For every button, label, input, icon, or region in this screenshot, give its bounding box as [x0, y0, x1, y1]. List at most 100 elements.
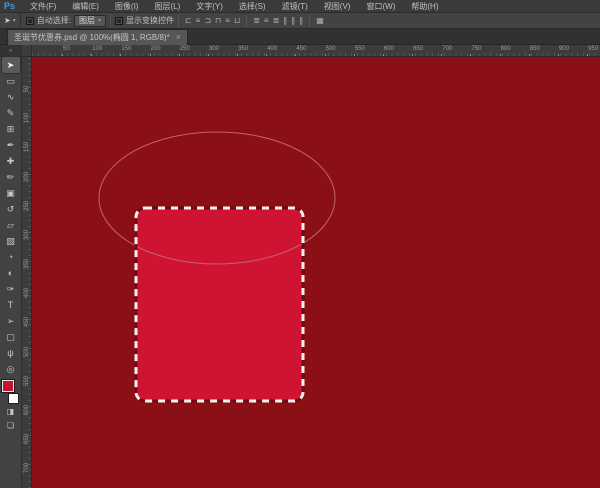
auto-select-value: 图层 — [78, 16, 95, 25]
divider — [177, 14, 179, 27]
pen-tool[interactable]: ✑ — [2, 281, 20, 297]
ruler-tick-label: 300 — [24, 229, 30, 240]
menu-item-filter[interactable]: 滤镜(T) — [274, 0, 316, 13]
ruler-tick-label: 650 — [24, 434, 30, 445]
ruler-tick-label: 50 — [24, 85, 30, 93]
options-bar: ➤ ▾ 自动选择: 图层 ▾ 显示变换控件 ⊏ ≡ ⊐ ⊓ ≡ ⊔ ≣ ≡ ≣ ∥ ∥ ∥ ▦ — [0, 13, 600, 29]
canvas[interactable] — [32, 57, 600, 488]
distribute-vertical-centers-icon[interactable]: ≡ — [262, 16, 271, 25]
distribute-top-edges-icon[interactable]: ≣ — [251, 16, 262, 25]
align-left-edges-icon[interactable]: ⊏ — [183, 16, 194, 25]
divider — [109, 14, 111, 27]
type-tool[interactable]: T — [2, 297, 20, 313]
background-color-swatch[interactable] — [7, 393, 19, 404]
clone-stamp-tool[interactable]: ▣ — [2, 185, 20, 201]
blur-tool[interactable]: ◔ — [2, 249, 20, 265]
selection-fill-shape — [136, 208, 303, 401]
lasso-tool[interactable]: ∿ — [2, 89, 20, 105]
menu-item-type[interactable]: 文字(Y) — [188, 0, 231, 13]
chevron-down-icon: ▾ — [97, 18, 101, 24]
hand-tool[interactable]: ψ — [2, 345, 20, 361]
history-brush-tool[interactable]: ↺ — [2, 201, 20, 217]
brush-tool[interactable]: ✏ — [2, 169, 20, 185]
distribute-bottom-edges-icon[interactable]: ≣ — [271, 16, 282, 25]
align-top-edges-icon[interactable]: ⊓ — [213, 16, 223, 25]
menu-item-file[interactable]: 文件(F) — [22, 0, 64, 13]
menu-item-image[interactable]: 图像(I) — [107, 0, 147, 13]
quick-selection-tool[interactable]: ✎ — [2, 105, 20, 121]
auto-select-label: 自动选择: — [36, 16, 71, 25]
ruler-tick-label: 450 — [24, 317, 30, 328]
eyedropper-tool[interactable]: ✒ — [2, 137, 20, 153]
menu-item-select[interactable]: 选择(S) — [231, 0, 274, 13]
eraser-tool[interactable]: ▱ — [2, 217, 20, 233]
ruler-tick-label: 600 — [24, 404, 30, 415]
ruler-tick-label: 200 — [24, 171, 30, 182]
distribute-icons-group: ≣ ≡ ≣ ∥ ∥ ∥ — [251, 16, 305, 25]
gradient-tool[interactable]: ▧ — [2, 233, 20, 249]
align-icons-group: ⊏ ≡ ⊐ ⊓ ≡ ⊔ — [183, 16, 242, 25]
divider — [246, 14, 248, 27]
ruler-tick-label: 50 — [62, 46, 70, 56]
dodge-tool[interactable]: ◐ — [2, 265, 20, 281]
ruler-tick-label: 200 — [149, 46, 161, 56]
auto-select-checkbox[interactable]: 自动选择: — [25, 15, 71, 26]
distribute-right-edges-icon[interactable]: ∥ — [297, 16, 305, 25]
rectangular-marquee-tool[interactable]: ▭ — [2, 73, 20, 89]
menu-item-layer[interactable]: 图层(L) — [146, 0, 188, 13]
ruler-tick-label: 250 — [24, 200, 30, 211]
ruler-tick-label: 250 — [178, 46, 190, 56]
ruler-origin-corner[interactable] — [22, 45, 32, 57]
align-right-edges-icon[interactable]: ⊐ — [202, 16, 213, 25]
menu-item-edit[interactable]: 编辑(E) — [64, 0, 107, 13]
align-bottom-edges-icon[interactable]: ⊔ — [232, 16, 242, 25]
ruler-tick-label: 650 — [412, 46, 424, 56]
crop-tool[interactable]: ⊞ — [2, 121, 20, 137]
ruler-tick-label: 900 — [557, 46, 569, 56]
ruler-tick-label: 950 — [587, 46, 599, 56]
align-vertical-centers-icon[interactable]: ≡ — [223, 16, 232, 25]
zoom-tool[interactable]: ◎ — [2, 361, 20, 377]
path-selection-tool[interactable]: ➢ — [2, 313, 20, 329]
photoshop-logo: Ps — [4, 1, 16, 11]
ruler-tick-label: 150 — [120, 46, 132, 56]
tool-list: ➤ ▭ ∿ ✎ ⊞ ✒ ✚ ✏ ▣ ↺ ▱ ▧ ◔ ◐ ✑ T ➢ ▢ ψ ◎ — [1, 57, 20, 377]
ruler-tick-label: 550 — [24, 375, 30, 386]
artboard — [32, 57, 600, 488]
foreground-color-swatch[interactable] — [0, 379, 15, 393]
ruler-tick-label: 700 — [441, 46, 453, 56]
ruler-tick-label: 350 — [24, 259, 30, 270]
ruler-tick-label: 350 — [237, 46, 249, 56]
rectangle-shape-tool[interactable]: ▢ — [2, 329, 20, 345]
ruler-tick-label: 700 — [24, 463, 30, 474]
ruler-tick-label: 150 — [24, 142, 30, 153]
menu-item-help[interactable]: 帮助(H) — [403, 0, 446, 13]
quick-mask-button[interactable]: ◨ — [2, 405, 20, 419]
show-transform-checkbox[interactable]: 显示变换控件 — [114, 15, 174, 26]
menu-item-view[interactable]: 视图(V) — [316, 0, 359, 13]
tool-preset-picker[interactable]: ➤ ▾ — [0, 13, 21, 28]
screen-mode-button[interactable]: ❏ — [2, 419, 20, 433]
auto-align-layers-icon[interactable]: ▦ — [314, 16, 326, 25]
ruler-tick-label: 850 — [528, 46, 540, 56]
canvas-background — [32, 57, 600, 488]
document-title: 圣诞节优惠券.psd @ 100%(椭圆 1, RGB/8)* — [14, 33, 170, 42]
collapse-panel-icon[interactable]: » — [0, 45, 22, 57]
menu-bar: Ps 文件(F) 编辑(E) 图像(I) 图层(L) 文字(Y) 选择(S) 滤镜(T) 视图… — [0, 0, 600, 13]
vertical-ruler[interactable]: 50 100 150 200 250 300 350 400 450 500 550 600 650 70… — [22, 57, 32, 488]
auto-select-dropdown[interactable]: 图层 ▾ — [73, 14, 106, 27]
chevron-down-icon: ▾ — [12, 18, 16, 24]
move-tool[interactable]: ➤ — [1, 57, 20, 73]
spot-healing-brush-tool[interactable]: ✚ — [2, 153, 20, 169]
document-tab[interactable]: 圣诞节优惠券.psd @ 100%(椭圆 1, RGB/8)* × — [7, 29, 188, 45]
document-tab-bar: 圣诞节优惠券.psd @ 100%(椭圆 1, RGB/8)* × — [0, 29, 600, 45]
menu-item-window[interactable]: 窗口(W) — [358, 0, 403, 13]
tools-panel: » ➤ ▭ ∿ ✎ ⊞ ✒ ✚ ✏ ▣ ↺ ▱ ▧ ◔ ◐ ✑ T ➢ ▢ ψ ◎ ◨ ❏ — [0, 45, 22, 488]
horizontal-ruler[interactable]: 50 100 150 200 250 300 350 400 450 500 550 600 650 70… — [32, 45, 600, 57]
show-transform-label: 显示变换控件 — [125, 16, 174, 25]
ruler-tick-label: 300 — [207, 46, 219, 56]
divider — [309, 14, 311, 27]
close-tab-icon[interactable]: × — [176, 33, 181, 42]
ruler-tick-label: 500 — [24, 346, 30, 357]
move-tool-icon: ➤ — [4, 16, 11, 25]
